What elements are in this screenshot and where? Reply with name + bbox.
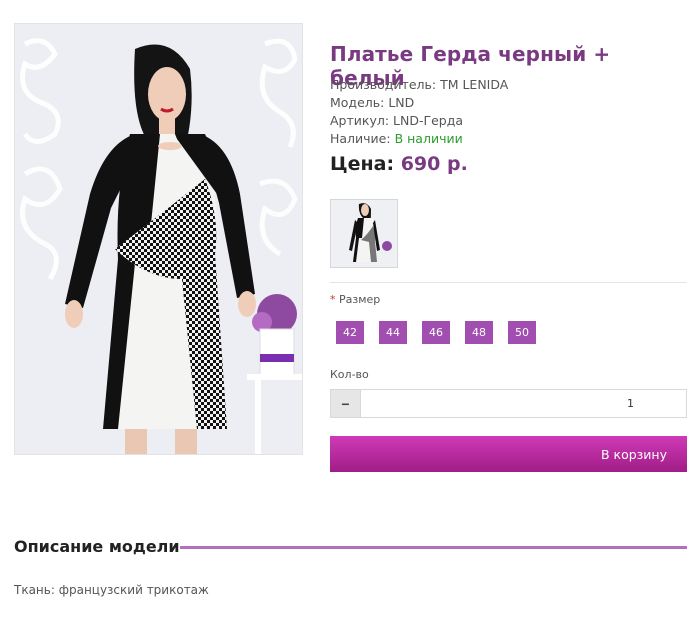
article-value: LND-Герда [393,113,464,128]
size-option-48[interactable]: 48 [465,321,493,344]
size-option-50[interactable]: 50 [508,321,536,344]
price-value: 690 р. [400,153,468,175]
size-option-42[interactable]: 42 [336,321,364,344]
manufacturer-label: Производитель: [330,77,437,92]
quantity-label: Кол-во [330,368,369,381]
availability-value: В наличии [394,131,463,146]
model-row: Модель: LND [330,95,414,110]
price-row: Цена: 690 р. [330,153,468,175]
quantity-input[interactable]: 1 [361,389,687,418]
availability-row: Наличие: В наличии [330,131,463,146]
article-label: Артикул: [330,113,390,128]
size-option-46[interactable]: 46 [422,321,450,344]
size-label-row: * Размер [330,293,380,306]
product-main-image[interactable] [14,23,303,455]
divider [330,282,687,283]
manufacturer-value[interactable]: ТМ LENIDA [440,77,508,92]
availability-label: Наличие: [330,131,391,146]
price-label: Цена: [330,153,395,175]
quantity-decrease-button[interactable]: − [330,389,361,418]
size-label: Размер [339,293,381,306]
size-options: 42 44 46 48 50 [336,321,536,344]
size-option-44[interactable]: 44 [379,321,407,344]
add-to-cart-button[interactable]: В корзину [330,436,687,472]
description-divider [180,546,687,549]
minus-icon: − [341,395,350,412]
product-thumbnail[interactable] [330,199,398,268]
model-label: Модель: [330,95,385,110]
model-value: LND [388,95,415,110]
manufacturer-row: Производитель: ТМ LENIDA [330,77,508,92]
description-text: Ткань: французский трикотаж [14,583,209,597]
required-mark: * [330,293,336,306]
article-row: Артикул: LND-Герда [330,113,463,128]
description-title: Описание модели [14,537,180,556]
